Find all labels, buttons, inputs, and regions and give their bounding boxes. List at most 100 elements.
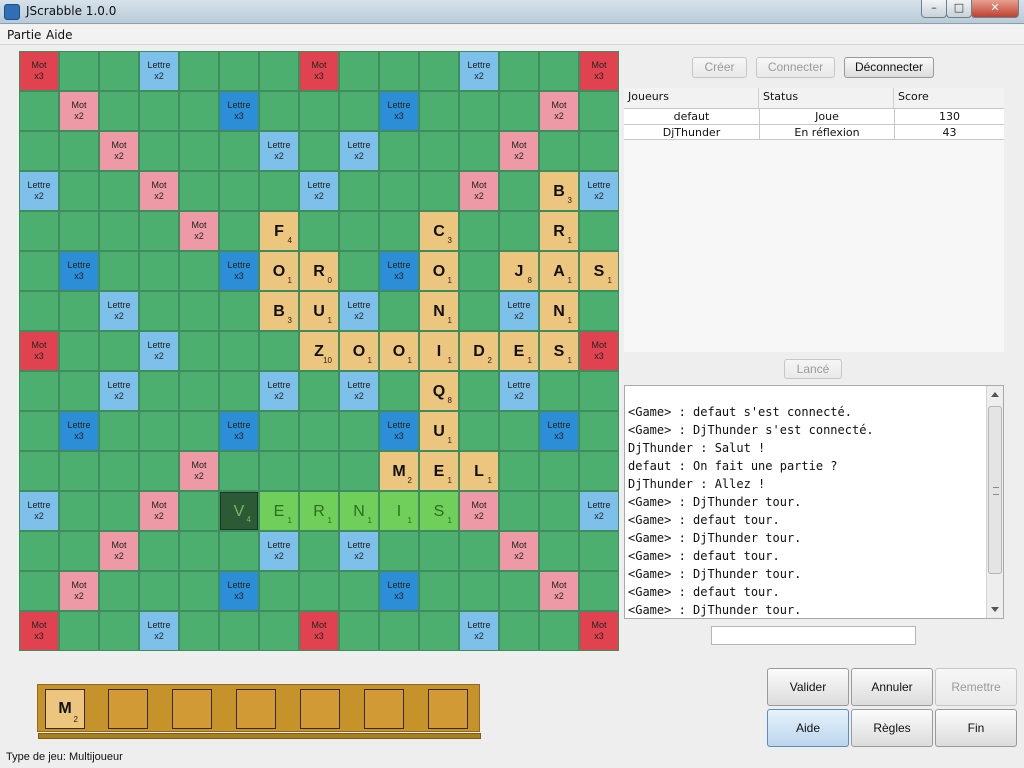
board-cell[interactable] xyxy=(99,411,139,451)
board-cell[interactable]: U1 xyxy=(419,411,459,451)
board-cell[interactable] xyxy=(139,131,179,171)
board-cell[interactable]: Mot x2 xyxy=(99,131,139,171)
board-cell[interactable] xyxy=(579,211,619,251)
board-cell[interactable] xyxy=(219,211,259,251)
board-cell[interactable] xyxy=(419,51,459,91)
board-cell[interactable] xyxy=(219,451,259,491)
cancel-button[interactable]: Annuler xyxy=(851,668,933,706)
board-cell[interactable] xyxy=(579,91,619,131)
board-cell[interactable]: Mot x2 xyxy=(179,451,219,491)
board-cell[interactable]: Lettre x3 xyxy=(219,251,259,291)
launch-button[interactable]: Lancé xyxy=(784,359,842,379)
board-cell[interactable] xyxy=(59,51,99,91)
board-cell[interactable] xyxy=(139,291,179,331)
board-cell[interactable] xyxy=(259,411,299,451)
board-cell[interactable] xyxy=(179,91,219,131)
board-cell[interactable] xyxy=(579,531,619,571)
board-cell[interactable] xyxy=(179,371,219,411)
letter-tile[interactable]: N1 xyxy=(340,492,378,530)
board-cell[interactable]: N1 xyxy=(339,491,379,531)
rules-button[interactable]: Règles xyxy=(851,709,933,747)
scroll-down-arrow-icon[interactable] xyxy=(991,607,999,612)
board-cell[interactable]: D2 xyxy=(459,331,499,371)
board-cell[interactable]: Lettre x2 xyxy=(139,51,179,91)
rack-slot[interactable] xyxy=(236,689,276,729)
board-cell[interactable]: Lettre x2 xyxy=(339,371,379,411)
board-cell[interactable] xyxy=(499,571,539,611)
board-cell[interactable]: Lettre x2 xyxy=(259,131,299,171)
menu-partie[interactable]: Partie xyxy=(7,28,41,42)
board-cell[interactable]: Mot x2 xyxy=(179,211,219,251)
menu-aide[interactable]: Aide xyxy=(46,28,73,42)
board-cell[interactable] xyxy=(219,291,259,331)
scroll-up-arrow-icon[interactable] xyxy=(991,392,999,397)
board-cell[interactable] xyxy=(139,451,179,491)
letter-tile[interactable]: E1 xyxy=(500,332,538,370)
letter-tile[interactable]: M2 xyxy=(380,452,418,490)
minimize-button[interactable]: – xyxy=(921,0,947,18)
letter-tile[interactable]: Q8 xyxy=(420,372,458,410)
board-cell[interactable] xyxy=(459,411,499,451)
board-cell[interactable]: Mot x3 xyxy=(579,611,619,651)
board-cell[interactable] xyxy=(139,371,179,411)
board-cell[interactable]: R1 xyxy=(539,211,579,251)
board-cell[interactable]: Lettre x3 xyxy=(379,411,419,451)
board-cell[interactable] xyxy=(379,611,419,651)
chat-log[interactable]: <Game> : defaut s'est connecté. <Game> : … xyxy=(624,385,1004,619)
board-cell[interactable]: F4 xyxy=(259,211,299,251)
board-cell[interactable] xyxy=(19,211,59,251)
board-cell[interactable] xyxy=(99,251,139,291)
board-cell[interactable] xyxy=(419,131,459,171)
board-cell[interactable] xyxy=(299,371,339,411)
letter-tile[interactable]: R0 xyxy=(300,252,338,290)
board-cell[interactable] xyxy=(419,611,459,651)
board-cell[interactable] xyxy=(499,491,539,531)
board-cell[interactable]: O1 xyxy=(419,251,459,291)
rack-slot[interactable] xyxy=(172,689,212,729)
board-cell[interactable] xyxy=(179,171,219,211)
board-cell[interactable]: Lettre x2 xyxy=(139,611,179,651)
chat-scrollbar[interactable] xyxy=(986,386,1003,618)
board-cell[interactable]: B3 xyxy=(259,291,299,331)
board-cell[interactable]: V4 xyxy=(219,491,259,531)
board-cell[interactable] xyxy=(579,571,619,611)
board-cell[interactable] xyxy=(219,51,259,91)
board-cell[interactable] xyxy=(219,611,259,651)
board-cell[interactable]: Lettre x3 xyxy=(379,571,419,611)
board-cell[interactable]: S1 xyxy=(579,251,619,291)
board-cell[interactable] xyxy=(379,371,419,411)
board-cell[interactable] xyxy=(99,51,139,91)
board-cell[interactable] xyxy=(259,171,299,211)
letter-tile[interactable]: Z 10 xyxy=(300,332,338,370)
board-cell[interactable]: Lettre x2 xyxy=(499,291,539,331)
board-cell[interactable]: S1 xyxy=(539,331,579,371)
board-cell[interactable] xyxy=(19,131,59,171)
board-cell[interactable] xyxy=(59,611,99,651)
board-cell[interactable]: S1 xyxy=(419,491,459,531)
board-cell[interactable]: Q8 xyxy=(419,371,459,411)
board-cell[interactable]: L1 xyxy=(459,451,499,491)
board-cell[interactable] xyxy=(19,571,59,611)
board-cell[interactable] xyxy=(499,411,539,451)
board-cell[interactable] xyxy=(59,531,99,571)
board-cell[interactable]: Lettre x2 xyxy=(259,531,299,571)
board-cell[interactable] xyxy=(459,571,499,611)
table-row[interactable]: DjThunder En réflexion 43 xyxy=(624,124,1004,140)
scroll-thumb[interactable] xyxy=(988,406,1002,574)
board-cell[interactable]: Lettre x3 xyxy=(379,251,419,291)
validate-button[interactable]: Valider xyxy=(767,668,849,706)
board-cell[interactable]: Lettre x2 xyxy=(459,611,499,651)
board-cell[interactable] xyxy=(179,571,219,611)
board-cell[interactable]: Lettre x3 xyxy=(59,411,99,451)
board-cell[interactable] xyxy=(459,211,499,251)
board-cell[interactable] xyxy=(299,411,339,451)
board-cell[interactable]: Mot x3 xyxy=(579,51,619,91)
board-cell[interactable] xyxy=(179,411,219,451)
board-cell[interactable] xyxy=(339,171,379,211)
board-cell[interactable] xyxy=(259,331,299,371)
board-cell[interactable] xyxy=(459,291,499,331)
letter-tile[interactable]: O1 xyxy=(380,332,418,370)
board-cell[interactable] xyxy=(139,571,179,611)
board-cell[interactable] xyxy=(339,451,379,491)
letter-tile[interactable]: U1 xyxy=(420,412,458,450)
